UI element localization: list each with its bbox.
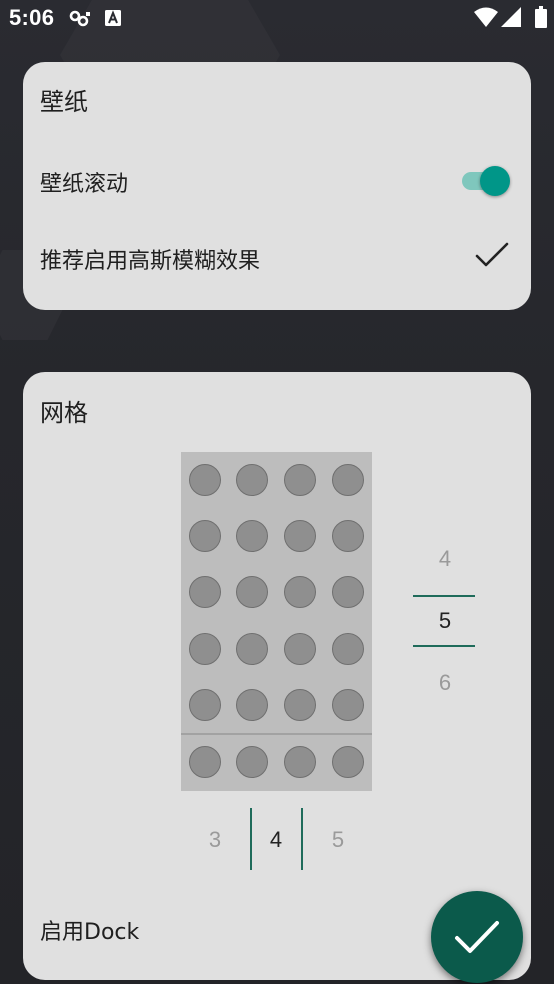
dock-cell [332, 746, 364, 778]
grid-cell [332, 520, 364, 552]
grid-cell [236, 576, 268, 608]
columns-picker-prev[interactable]: 3 [195, 827, 235, 853]
wallpaper-scroll-label: 壁纸滚动 [40, 172, 129, 197]
columns-picker-divider-left [250, 808, 252, 870]
switch-thumb [480, 166, 510, 196]
grid-cell [284, 520, 316, 552]
status-time: 5:06 [9, 5, 55, 30]
columns-picker-next[interactable]: 5 [318, 827, 358, 853]
wifi-icon [474, 7, 498, 31]
grid-cell [189, 689, 221, 721]
status-bar: 5:06 [0, 0, 554, 38]
dock-cell [284, 746, 316, 778]
confirm-fab[interactable] [431, 891, 523, 983]
link-icon [68, 8, 92, 34]
cell-signal-icon [501, 7, 521, 31]
dock-cell [236, 746, 268, 778]
battery-icon [535, 6, 547, 32]
columns-picker-selected[interactable]: 4 [256, 827, 296, 853]
grid-cell [189, 576, 221, 608]
grid-cell [332, 464, 364, 496]
rows-picker-divider-top [413, 595, 475, 597]
keyboard-a-icon [104, 8, 122, 32]
grid-cell [236, 633, 268, 665]
dock-cell [189, 746, 221, 778]
rows-picker-prev[interactable]: 4 [414, 546, 476, 572]
columns-picker-divider-right [301, 808, 303, 870]
wallpaper-scroll-switch[interactable] [460, 164, 512, 198]
grid-cell [189, 464, 221, 496]
grid-card-title: 网格 [40, 399, 88, 427]
dock-separator [181, 733, 372, 735]
checkmark-icon[interactable] [474, 240, 510, 274]
grid-cell [284, 576, 316, 608]
rows-picker-divider-bottom [413, 645, 475, 647]
blur-effect-label: 推荐启用高斯模糊效果 [40, 249, 261, 274]
enable-dock-label[interactable]: 启用Dock [40, 914, 139, 946]
grid-cell [332, 576, 364, 608]
grid-cell [332, 689, 364, 721]
grid-cell [236, 520, 268, 552]
grid-cell [189, 520, 221, 552]
grid-preview [181, 452, 372, 791]
grid-cell [284, 689, 316, 721]
grid-cell [236, 689, 268, 721]
grid-cell [236, 464, 268, 496]
rows-picker-next[interactable]: 6 [414, 670, 476, 696]
wallpaper-card-title: 壁纸 [40, 88, 88, 116]
grid-cell [332, 633, 364, 665]
grid-cell [189, 633, 221, 665]
grid-cell [284, 464, 316, 496]
rows-picker-selected[interactable]: 5 [414, 608, 476, 634]
grid-cell [284, 633, 316, 665]
check-icon [455, 921, 499, 953]
